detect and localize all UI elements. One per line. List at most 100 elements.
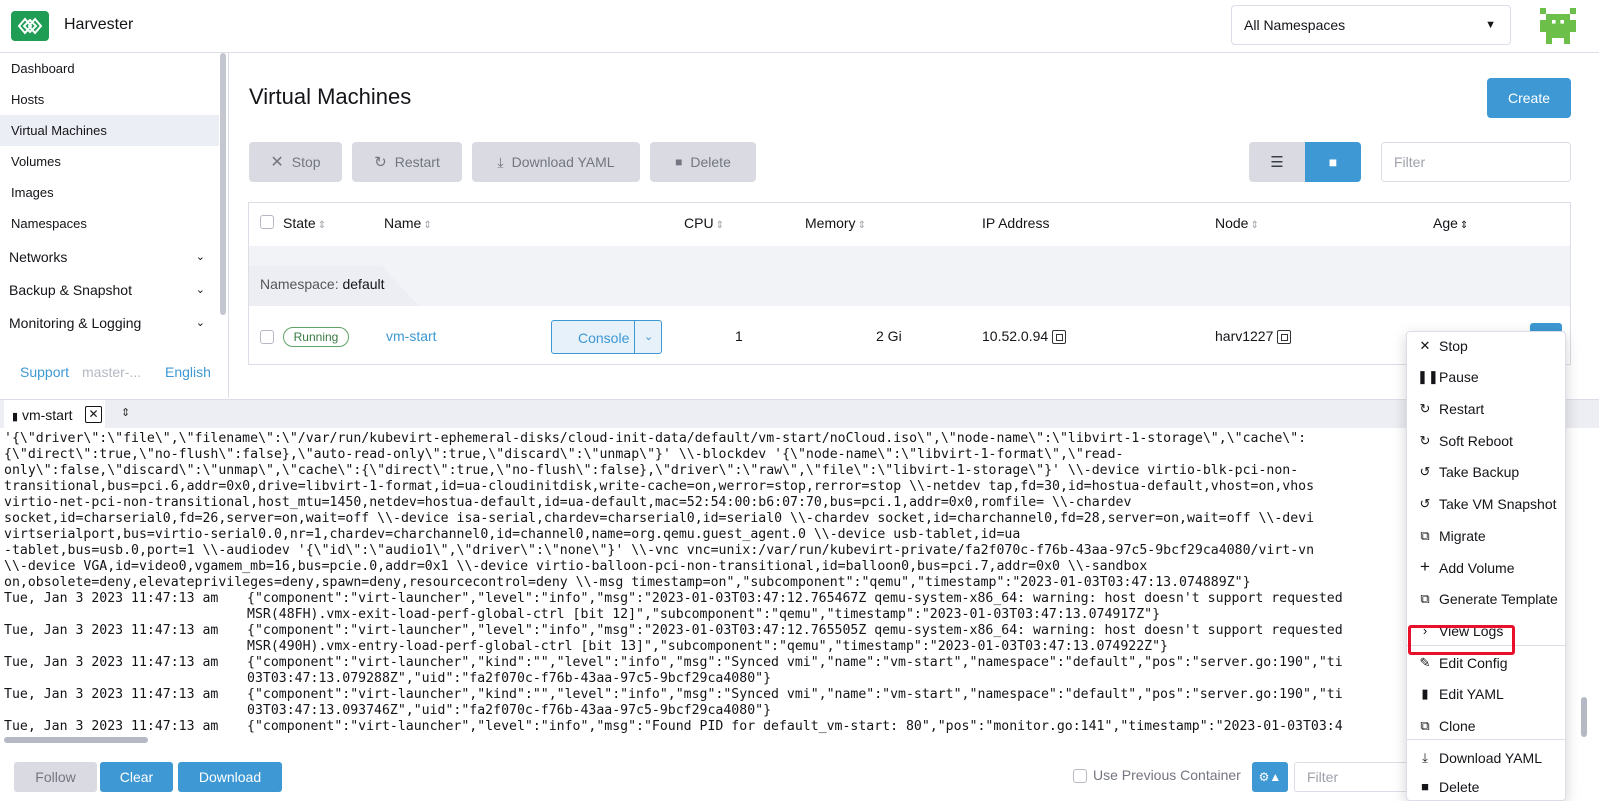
use-previous-container-checkbox[interactable] (1073, 769, 1087, 783)
filter-input[interactable]: Filter (1381, 142, 1571, 182)
copy-icon[interactable] (1277, 330, 1292, 345)
menu-item-stop[interactable]: ✕ Stop (1407, 332, 1565, 362)
column-header-state[interactable]: State ⇕ (283, 215, 326, 231)
download-icon: ⤓ (497, 153, 504, 170)
app-name: Harvester (64, 16, 134, 33)
close-tab-icon[interactable]: ✕ (85, 406, 102, 423)
namespace-select[interactable]: All Namespaces ▼ (1231, 5, 1511, 45)
create-button[interactable]: Create (1487, 78, 1571, 118)
sidebar-scrollbar[interactable] (220, 53, 226, 315)
group-view-toggle[interactable]: ■ (1305, 142, 1361, 182)
view-logs-highlight (1408, 625, 1515, 655)
log-line: on,obsolete=deny,elevateprivileges=deny,… (4, 575, 1251, 590)
download-logs-button[interactable]: Download (178, 762, 282, 792)
sidebar-item-hosts[interactable]: Hosts (0, 84, 219, 115)
menu-item-download-yaml[interactable]: ⤓ Download YAML (1407, 744, 1565, 774)
sidebar-item-volumes[interactable]: Volumes (0, 146, 219, 177)
list-view-toggle[interactable]: ☰ (1249, 142, 1305, 182)
sidebar-group-monitoring-logging[interactable]: Monitoring & Logging ⌄ (0, 307, 219, 339)
menu-item-restart[interactable]: ↻ Restart (1407, 395, 1565, 425)
menu-item-take-vm-snapshot[interactable]: ↺ Take VM Snapshot (1407, 490, 1565, 520)
sidebar-group-label: Backup & Snapshot (9, 282, 132, 298)
sidebar-item-label: Images (11, 185, 54, 200)
language-link[interactable]: English (165, 364, 211, 380)
menu-item-migrate[interactable]: ⧉ Migrate (1407, 522, 1565, 552)
row-actions-button[interactable] (1530, 323, 1562, 331)
menu-item-take-backup[interactable]: ↺ Take Backup (1407, 458, 1565, 488)
sidebar: Dashboard Hosts Virtual Machines Volumes… (0, 53, 229, 398)
column-header-memory[interactable]: Memory ⇕ (805, 215, 866, 231)
sidebar-item-label: Volumes (11, 154, 61, 169)
copy-icon[interactable] (1052, 330, 1067, 345)
list-icon: ☰ (1270, 154, 1284, 171)
delete-button[interactable]: ■ Delete (650, 142, 756, 182)
log-line: only\":false,\"discard\":\"unmap\",\"cac… (4, 463, 1299, 478)
menu-item-add-volume[interactable]: + Add Volume (1407, 554, 1565, 584)
menu-item-label: Stop (1439, 338, 1468, 354)
restart-button[interactable]: ↻ Restart (352, 142, 462, 182)
sort-icon: ⇕ (715, 220, 724, 231)
column-name-label: Name (384, 215, 422, 231)
menu-item-edit-yaml[interactable]: ▮ Edit YAML (1407, 680, 1565, 710)
column-state-label: State (283, 215, 316, 231)
node-value[interactable]: harv1227 (1215, 328, 1273, 344)
follow-button[interactable]: Follow (14, 762, 97, 792)
clear-button[interactable]: Clear (100, 762, 173, 792)
log-settings-button[interactable]: ⚙▲ (1252, 762, 1288, 792)
plus-icon: + (1420, 557, 1430, 576)
column-header-node[interactable]: Node ⇕ (1215, 215, 1259, 231)
expand-collapse-icon[interactable]: ⇕ (121, 406, 130, 419)
log-horizontal-scrollbar[interactable] (4, 737, 148, 743)
sort-icon: ⇕ (1250, 220, 1259, 231)
menu-item-generate-template[interactable]: ⧉ Generate Template (1407, 585, 1565, 615)
log-filter-input[interactable]: Filter (1294, 762, 1412, 792)
menu-item-label: Soft Reboot (1439, 433, 1513, 449)
log-message: {"component":"virt-launcher","kind":"","… (247, 687, 1343, 702)
select-all-checkbox[interactable] (260, 215, 274, 229)
download-yaml-button[interactable]: ⤓ Download YAML (472, 142, 640, 182)
memory-value: 2 Gi (876, 328, 902, 344)
sidebar-group-networks[interactable]: Networks ⌄ (0, 241, 219, 273)
ip-value: 10.52.0.94 (982, 328, 1049, 344)
follow-button-label: Follow (35, 769, 76, 785)
menu-item-clone[interactable]: ⧉ Clone (1407, 712, 1565, 742)
log-output: '{\"driver\":\"file\",\"filename\":\"/va… (0, 428, 1599, 743)
folder-icon: ■ (1328, 154, 1338, 170)
close-icon: ✕ (270, 154, 284, 171)
console-button[interactable]: Console ⌄ (551, 320, 662, 354)
delete-button-label: Delete (690, 154, 731, 170)
sidebar-group-backup-snapshot[interactable]: Backup & Snapshot ⌄ (0, 274, 219, 306)
log-timestamp: Tue, Jan 3 2023 11:47:13 am (4, 591, 219, 606)
chevron-down-icon[interactable]: ⌄ (644, 330, 653, 343)
column-header-age[interactable]: Age ⇕ (1433, 215, 1468, 231)
support-link[interactable]: Support (20, 364, 69, 380)
sidebar-item-images[interactable]: Images (0, 177, 219, 208)
log-message: MSR(490H).vmx-entry-load-perf-global-ctr… (247, 639, 1168, 654)
log-line: virtio-net-pci-non-transitional,host_mtu… (4, 495, 1132, 510)
log-tab[interactable]: ▮ vm-start ✕ (4, 400, 105, 429)
menu-item-pause[interactable]: ❚❚ Pause (1407, 363, 1565, 393)
log-message: {"component":"virt-launcher","kind":"","… (247, 655, 1343, 670)
stop-button[interactable]: ✕ Stop (249, 142, 342, 182)
vm-name-link[interactable]: vm-start (386, 328, 437, 344)
menu-item-label: Take Backup (1439, 464, 1520, 480)
log-vertical-scrollbar[interactable] (1581, 697, 1587, 737)
log-line: virtserialport,bus=virtio-serial0.0,nr=1… (4, 527, 1021, 542)
harvester-logo-icon[interactable] (11, 11, 49, 41)
menu-item-soft-reboot[interactable]: ↻ Soft Reboot (1407, 427, 1565, 457)
avatar[interactable] (1540, 8, 1576, 44)
row-checkbox[interactable] (260, 330, 274, 344)
file-icon: ▮ (12, 411, 19, 423)
restart-button-label: Restart (394, 154, 440, 170)
column-header-cpu[interactable]: CPU ⇕ (684, 215, 724, 231)
sort-icon: ⇕ (317, 220, 327, 231)
sidebar-item-namespaces[interactable]: Namespaces (0, 208, 219, 239)
download-icon: ⤓ (1422, 750, 1428, 765)
download-yaml-button-label: Download YAML (511, 154, 615, 170)
column-header-name[interactable]: Name ⇕ (384, 215, 432, 231)
menu-item-label: Edit Config (1439, 655, 1508, 671)
sidebar-item-dashboard[interactable]: Dashboard (0, 53, 219, 84)
menu-item-delete[interactable]: ■ Delete (1407, 773, 1565, 800)
sidebar-item-virtual-machines[interactable]: Virtual Machines (0, 115, 219, 146)
sidebar-group-label: Networks (9, 249, 68, 265)
